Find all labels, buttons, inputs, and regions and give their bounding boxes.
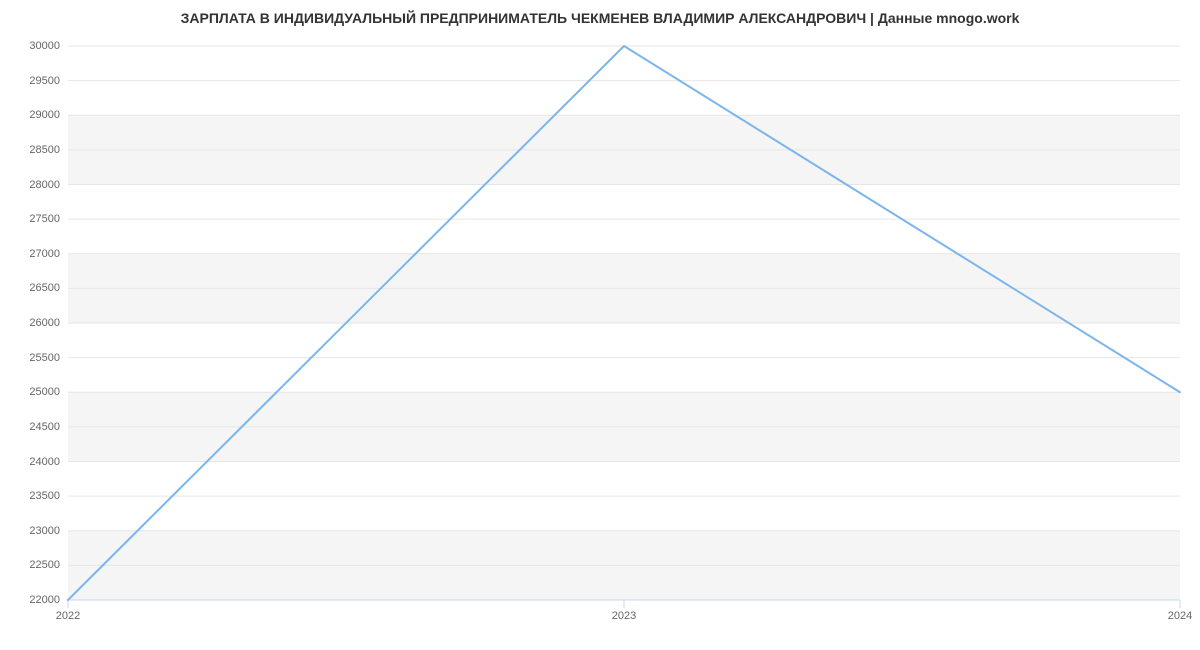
y-tick-label: 25500 xyxy=(0,352,60,364)
y-tick-label: 22000 xyxy=(0,594,60,606)
y-tick-label: 29500 xyxy=(0,75,60,87)
x-tick-label: 2024 xyxy=(1168,610,1192,622)
y-tick-label: 24000 xyxy=(0,456,60,468)
y-tick-label: 26000 xyxy=(0,317,60,329)
y-tick-label: 29000 xyxy=(0,109,60,121)
y-tick-label: 28000 xyxy=(0,179,60,191)
chart-title: ЗАРПЛАТА В ИНДИВИДУАЛЬНЫЙ ПРЕДПРИНИМАТЕЛ… xyxy=(0,10,1200,26)
y-tick-label: 23500 xyxy=(0,490,60,502)
y-tick-label: 22500 xyxy=(0,559,60,571)
y-tick-label: 26500 xyxy=(0,282,60,294)
y-tick-label: 30000 xyxy=(0,40,60,52)
y-tick-label: 27500 xyxy=(0,213,60,225)
chart-svg xyxy=(68,46,1180,600)
y-tick-label: 25000 xyxy=(0,386,60,398)
plot-area xyxy=(68,46,1180,600)
x-tick-label: 2023 xyxy=(612,610,636,622)
y-tick-label: 24500 xyxy=(0,421,60,433)
y-tick-label: 23000 xyxy=(0,525,60,537)
y-tick-label: 28500 xyxy=(0,144,60,156)
x-tick-label: 2022 xyxy=(56,610,80,622)
chart-container: ЗАРПЛАТА В ИНДИВИДУАЛЬНЫЙ ПРЕДПРИНИМАТЕЛ… xyxy=(0,0,1200,650)
y-tick-label: 27000 xyxy=(0,248,60,260)
